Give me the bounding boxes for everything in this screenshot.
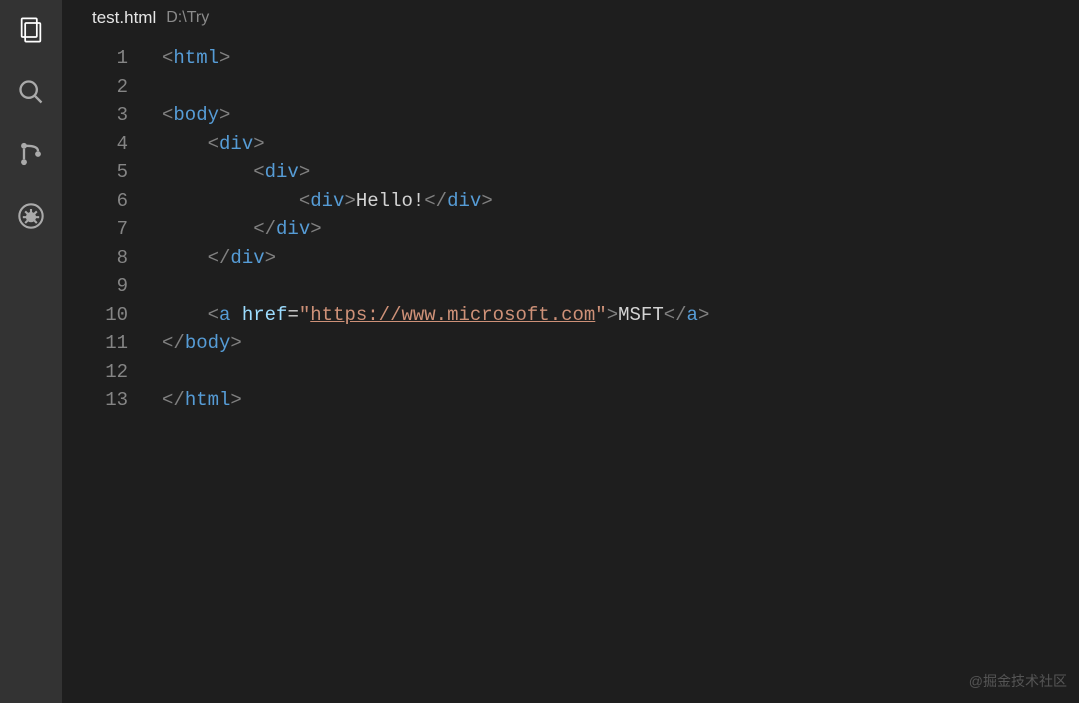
line-number: 3 [62,101,128,130]
code-line[interactable] [162,272,1079,301]
editor-title-bar: test.html D:\Try [62,0,1079,36]
line-number: 11 [62,329,128,358]
line-number-gutter: 12345678910111213 [62,44,162,703]
line-number: 12 [62,358,128,387]
line-number: 4 [62,130,128,159]
code-line[interactable]: <div>Hello!</div> [162,187,1079,216]
line-number: 6 [62,187,128,216]
activity-bar [0,0,62,703]
file-path: D:\Try [166,9,209,27]
code-editor[interactable]: 12345678910111213 <html> <body> <div> <d… [62,36,1079,703]
code-content[interactable]: <html> <body> <div> <div> <div>Hello!</d… [162,44,1079,703]
code-line[interactable] [162,358,1079,387]
search-icon[interactable] [15,76,47,108]
line-number: 8 [62,244,128,273]
code-line[interactable] [162,73,1079,102]
code-line[interactable]: <a href="https://www.microsoft.com">MSFT… [162,301,1079,330]
explorer-icon[interactable] [15,14,47,46]
code-line[interactable]: </html> [162,386,1079,415]
line-number: 1 [62,44,128,73]
code-line[interactable]: </div> [162,215,1079,244]
source-control-icon[interactable] [15,138,47,170]
code-line[interactable]: <div> [162,130,1079,159]
watermark: @掘金技术社区 [969,671,1067,691]
app-root: test.html D:\Try 12345678910111213 <html… [0,0,1079,703]
line-number: 13 [62,386,128,415]
debug-icon[interactable] [15,200,47,232]
line-number: 7 [62,215,128,244]
editor-main: test.html D:\Try 12345678910111213 <html… [62,0,1079,703]
code-line[interactable]: <div> [162,158,1079,187]
file-name: test.html [92,8,156,28]
code-line[interactable]: </body> [162,329,1079,358]
code-line[interactable]: <body> [162,101,1079,130]
line-number: 10 [62,301,128,330]
line-number: 2 [62,73,128,102]
code-line[interactable]: <html> [162,44,1079,73]
line-number: 5 [62,158,128,187]
code-line[interactable]: </div> [162,244,1079,273]
line-number: 9 [62,272,128,301]
